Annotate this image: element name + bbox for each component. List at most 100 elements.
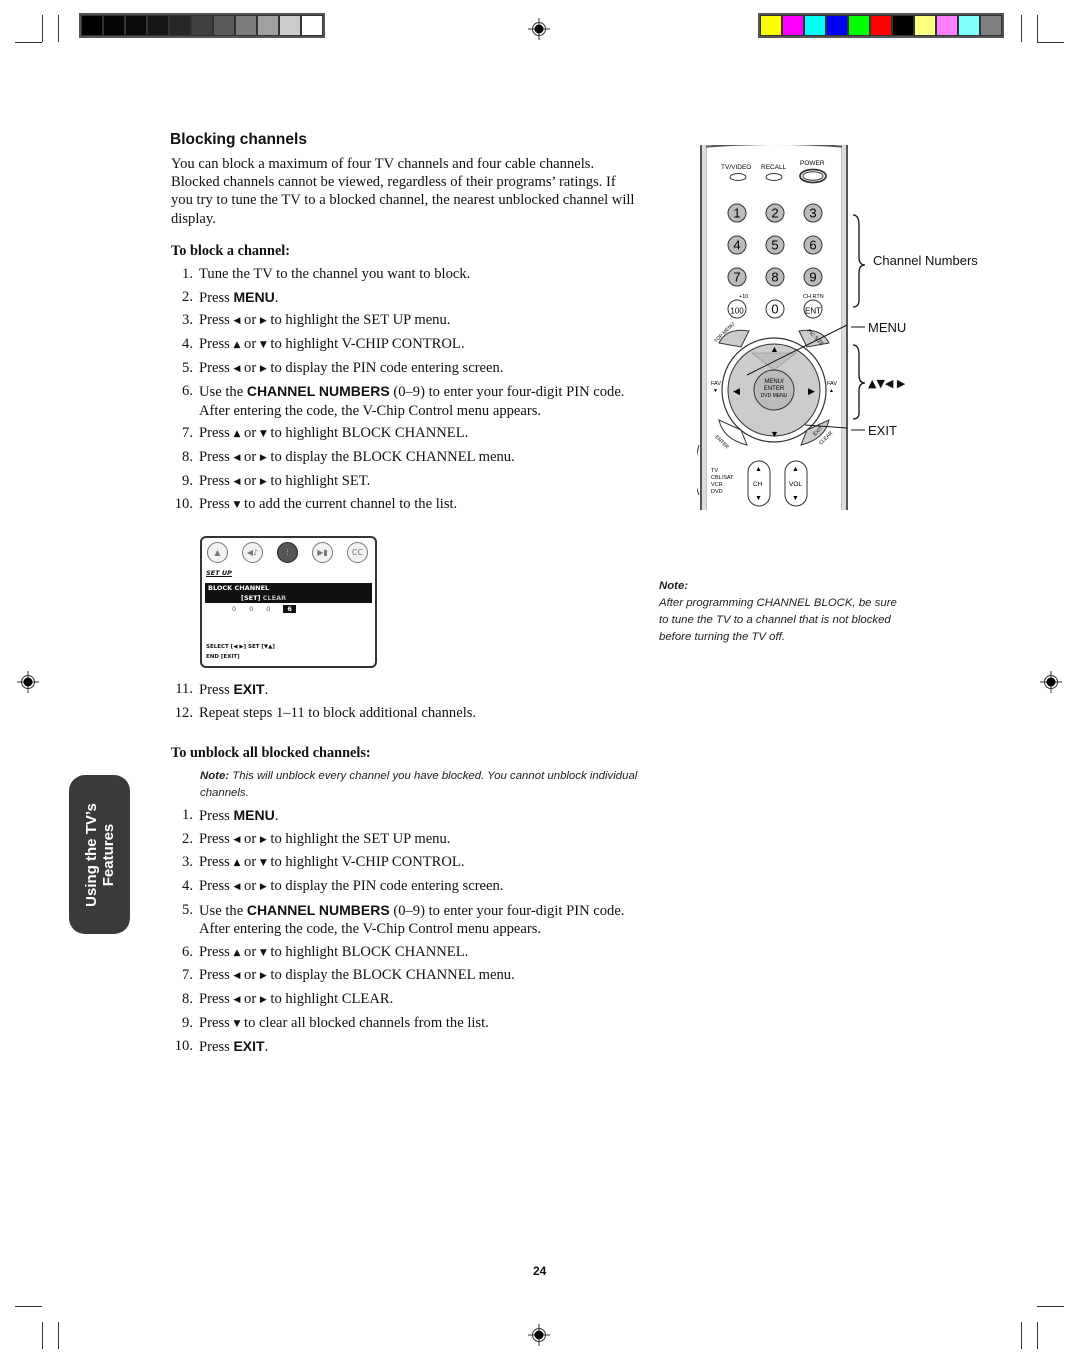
key-label: 3 xyxy=(809,206,816,221)
block-heading: To block a channel: xyxy=(171,243,291,259)
step-text: . xyxy=(274,808,279,824)
step-item: 4. Press ▲ or ▼ to highlight V-CHIP CONTR… xyxy=(171,335,631,354)
step-item: 9. Press ▼ to clear all blocked channels … xyxy=(171,1014,631,1033)
step-text: Press ▲ or ▼ to highlight BLOCK CHANNEL. xyxy=(199,425,469,442)
svg-text:▼: ▼ xyxy=(713,388,718,394)
crop-mark xyxy=(1037,1306,1064,1307)
color-swatch xyxy=(236,16,256,35)
color-calibration-bar xyxy=(758,13,1004,38)
step-number: 3. xyxy=(182,312,193,329)
step-text: Press ◀ or ▶ to highlight SET. xyxy=(199,472,371,489)
color-swatch xyxy=(849,16,869,35)
crop-mark xyxy=(1037,42,1064,43)
key-label: 5 xyxy=(771,238,778,253)
step-item: 9. Press ◀ or ▶ to highlight SET. xyxy=(171,472,631,491)
svg-text:▼: ▼ xyxy=(792,495,799,502)
section-tab-line2: Features xyxy=(99,823,117,886)
step-item: 12. Repeat steps 1–11 to block additional… xyxy=(171,704,631,722)
tv-video-button xyxy=(729,173,747,181)
arrows-callout: ▲▼◀ ▶ xyxy=(868,377,906,390)
step-keyword: MENU xyxy=(233,807,275,823)
step-item: 3. Press ▲ or ▼ to highlight V-CHIP CONTR… xyxy=(171,853,631,872)
step-text: Press ◀ or ▶ to display the PIN code ent… xyxy=(199,878,504,895)
step-text: Press ◀ or ▶ to highlight CLEAR. xyxy=(199,990,394,1007)
audio-icon: ◀♪ xyxy=(242,542,263,563)
step-item: 6. Press ▲ or ▼ to highlight BLOCK CHANNE… xyxy=(171,943,631,962)
step-item: 1. Press MENU. xyxy=(171,806,631,825)
side-note: Note: After programming CHANNEL BLOCK, b… xyxy=(659,578,899,646)
step-text: Press ▼ to clear all blocked channels fr… xyxy=(199,1014,489,1031)
osd-footer-select: SELECT [◀ ▶] SET [▼▲] xyxy=(206,644,275,650)
color-swatch xyxy=(170,16,190,35)
step-number: 3. xyxy=(182,854,193,871)
step-number: 9. xyxy=(182,1014,193,1031)
svg-text:▶: ▶ xyxy=(808,386,815,396)
svg-text:MENU/: MENU/ xyxy=(764,379,784,385)
svg-text:FAV: FAV xyxy=(827,381,837,387)
step-item: 8. Press ◀ or ▶ to highlight CLEAR. xyxy=(171,990,631,1009)
step-text: Press ▲ or ▼ to highlight V-CHIP CONTROL… xyxy=(199,336,465,353)
recall-label: RECALL xyxy=(761,164,787,171)
step-item: 10. Press ▼ to add the current channel to… xyxy=(171,495,631,514)
color-swatch xyxy=(915,16,935,35)
power-button-inner xyxy=(802,171,824,181)
plus10-label: +10 xyxy=(739,294,748,300)
ch-rtn-label: CH RTN xyxy=(803,294,824,300)
unblock-note-label: Note: xyxy=(200,770,230,782)
color-swatch xyxy=(893,16,913,35)
osd-channel-slot: 0 xyxy=(249,605,254,613)
step-item: 11. Press EXIT. xyxy=(171,680,631,699)
osd-channel-slots: 0 0 0 6 xyxy=(232,605,296,613)
step-text: Use the xyxy=(199,384,247,401)
step-number: 6. xyxy=(182,383,193,400)
svg-text:◀: ◀ xyxy=(733,386,740,396)
unblock-steps-list: 1. Press MENU. 2. Press ◀ or ▶ to highlight… xyxy=(171,806,631,1061)
step-text: Press xyxy=(199,808,234,824)
key-label: 6 xyxy=(809,238,816,253)
unblock-note: Note: This will unblock every channel yo… xyxy=(200,768,640,802)
power-label: POWER xyxy=(800,160,825,167)
color-swatch xyxy=(126,16,146,35)
block-steps-list: 1. Tune the TV to the channel you want to… xyxy=(171,265,631,519)
color-swatch xyxy=(192,16,212,35)
step-text: . xyxy=(274,289,279,306)
step-item: 7. Press ◀ or ▶ to display the BLOCK CHAN… xyxy=(171,966,631,985)
step-number: 5. xyxy=(182,359,193,376)
step-item: 5. Press ◀ or ▶ to display the PIN code e… xyxy=(171,359,631,378)
step-text: Press ▲ or ▼ to highlight V-CHIP CONTROL… xyxy=(199,854,465,871)
step-keyword: MENU xyxy=(233,288,275,305)
svg-text:VCR: VCR xyxy=(711,482,723,488)
step-text: Press ◀ or ▶ to display the PIN code ent… xyxy=(199,359,504,376)
setup-icon: ⫶ xyxy=(277,542,298,563)
step-keyword: CHANNEL NUMBERS xyxy=(246,383,390,400)
color-swatch xyxy=(761,16,781,35)
step-number: 10. xyxy=(174,1038,193,1055)
step-keyword: EXIT xyxy=(233,681,265,697)
step-number: 6. xyxy=(182,943,193,960)
unblock-heading: To unblock all blocked channels: xyxy=(171,745,371,761)
section-title: Blocking channels xyxy=(170,131,307,148)
color-swatch xyxy=(937,16,957,35)
color-swatch xyxy=(280,16,300,35)
svg-text:▲: ▲ xyxy=(829,388,834,394)
step-text: Press ◀ or ▶ to highlight the SET UP men… xyxy=(199,830,451,847)
osd-channel-slot: 0 xyxy=(266,605,271,613)
crop-mark xyxy=(42,1322,43,1349)
osd-menu-icons: ▲ ◀♪ ⫶ ▶▮ CC xyxy=(207,542,368,563)
svg-text:▲: ▲ xyxy=(792,466,799,473)
osd-footer-end: END [EXIT] xyxy=(206,654,240,660)
step-text: Press xyxy=(199,1039,234,1056)
step-text: Press xyxy=(199,289,234,306)
step-number: 12. xyxy=(174,704,193,721)
recall-button xyxy=(765,173,783,181)
channel-numbers-callout: Channel Numbers xyxy=(873,253,978,268)
step-number: 5. xyxy=(182,901,193,918)
key-label: 2 xyxy=(771,206,778,221)
section-tab: Using the TV’s Features xyxy=(69,775,130,934)
svg-text:ENTER: ENTER xyxy=(714,434,731,451)
osd-clear-option: CLEAR xyxy=(262,594,287,602)
step-number: 11. xyxy=(175,681,193,697)
step-number: 8. xyxy=(182,448,193,465)
step-item: 2. Press ◀ or ▶ to highlight the SET UP m… xyxy=(171,830,631,849)
step-text: Press ◀ or ▶ to display the BLOCK CHANNE… xyxy=(199,448,515,465)
